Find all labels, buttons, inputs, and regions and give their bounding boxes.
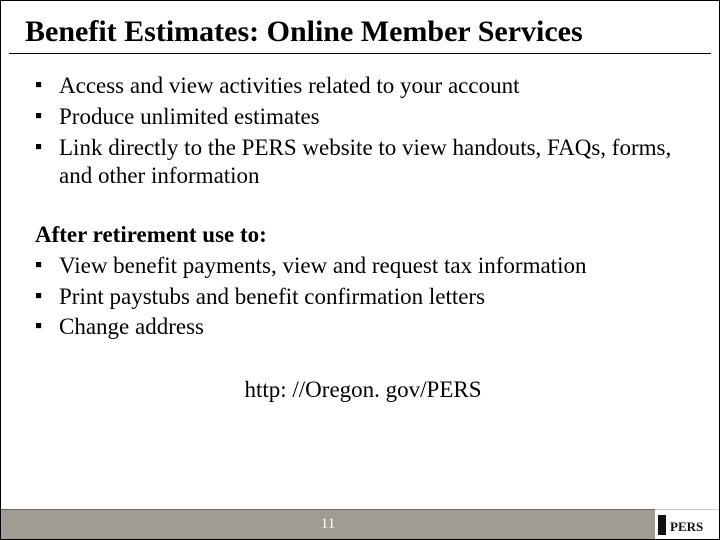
list-item: Produce unlimited estimates bbox=[35, 103, 691, 132]
list-item: Change address bbox=[35, 313, 691, 342]
list-item: Access and view activities related to yo… bbox=[35, 72, 691, 101]
slide-title: Benefit Estimates: Online Member Service… bbox=[1, 1, 719, 53]
url-text: http: //Oregon. gov/PERS bbox=[35, 376, 691, 405]
list-item: Print paystubs and benefit confirmation … bbox=[35, 283, 691, 312]
pers-logo: PERS bbox=[655, 509, 719, 539]
list-item: View benefit payments, view and request … bbox=[35, 252, 691, 281]
pers-logo-icon: PERS bbox=[658, 513, 716, 537]
footer-bar: 11 PERS bbox=[1, 509, 719, 539]
subheading: After retirement use to: bbox=[35, 221, 691, 250]
logo-text: PERS bbox=[670, 519, 703, 534]
bullet-list-bottom: View benefit payments, view and request … bbox=[35, 252, 691, 342]
page-number: 11 bbox=[321, 516, 335, 533]
footer-left: 11 bbox=[1, 509, 655, 539]
slide-body: Access and view activities related to yo… bbox=[1, 54, 719, 405]
list-item: Link directly to the PERS website to vie… bbox=[35, 134, 691, 192]
bullet-list-top: Access and view activities related to yo… bbox=[35, 72, 691, 191]
